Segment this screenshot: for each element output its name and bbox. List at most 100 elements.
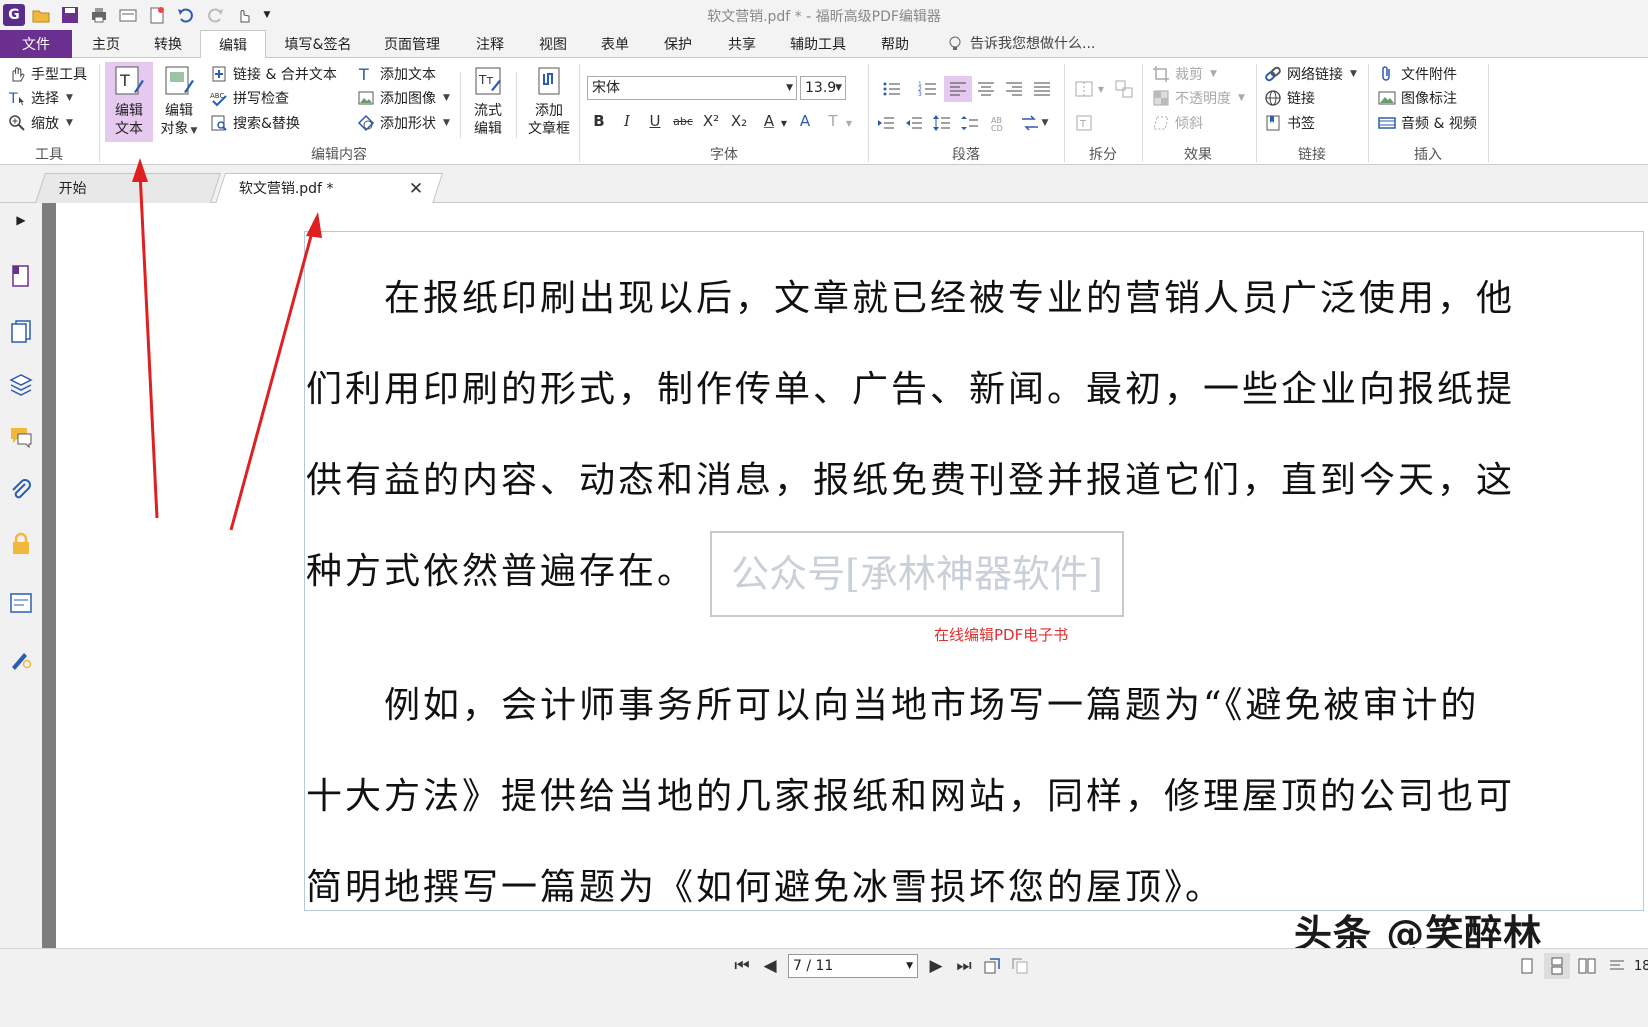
add-shape-button[interactable]: 添加形状 ▼ — [357, 111, 450, 135]
image-annotation-button[interactable]: 图像标注 — [1378, 86, 1457, 110]
select-tool-button[interactable]: T 选择 ▼ — [8, 86, 73, 110]
indent-increase-button[interactable] — [872, 110, 900, 136]
edit-text-button[interactable]: T 编辑 文本 — [105, 62, 153, 142]
tab-form[interactable]: 表单 — [590, 30, 640, 58]
align-center-button[interactable] — [972, 76, 1000, 102]
file-attachment-button[interactable]: 文件附件 — [1378, 62, 1457, 86]
text-direction-icon — [1021, 115, 1038, 131]
page-number-input[interactable]: 7 / 11 ▼ — [788, 954, 918, 978]
pages-icon[interactable] — [6, 316, 36, 346]
bold-button[interactable]: B — [586, 108, 612, 134]
join-boxes-button[interactable] — [1110, 76, 1138, 102]
hand-tool-button[interactable]: 手型工具 — [8, 62, 87, 86]
add-text-button[interactable]: T 添加文本 — [357, 62, 436, 86]
continuous-view-icon[interactable] — [1544, 953, 1570, 979]
web-link-button[interactable]: 网络链接 ▼ — [1264, 62, 1357, 86]
tab-edit[interactable]: 编辑 — [200, 30, 266, 59]
next-view-icon[interactable] — [1006, 953, 1034, 979]
align-left-button[interactable] — [944, 76, 972, 102]
tab-help[interactable]: 帮助 — [866, 30, 924, 58]
tab-convert[interactable]: 转换 — [140, 30, 196, 58]
doc-tab-active-document[interactable]: 软文营销.pdf * ✕ — [214, 173, 444, 204]
character-spacing-button[interactable]: A — [792, 108, 818, 134]
edit-object-button[interactable]: 编辑 对象 ▼ — [155, 62, 203, 142]
skew-button[interactable]: 倾斜 — [1152, 111, 1203, 135]
tab-home[interactable]: 主页 — [78, 30, 134, 58]
comments-icon[interactable] — [6, 422, 36, 452]
font-size-select[interactable]: 13.9 ▼ — [800, 76, 846, 100]
paragraph-2[interactable]: 例如，会计师事务所可以向当地市场写一篇题为“《避免被审计的 十大方法》提供给当地… — [306, 660, 1648, 933]
chevron-down-icon[interactable]: ▼ — [842, 110, 856, 136]
watermark-text-box: 公众号[承林神器软件] — [710, 531, 1124, 617]
chevron-down-icon[interactable]: ▼ — [778, 110, 790, 136]
font-name-select[interactable]: 宋体 ▼ — [587, 76, 797, 100]
previous-page-icon[interactable]: ◀ — [756, 953, 784, 979]
security-lock-icon[interactable] — [6, 529, 36, 559]
box-icon: T — [1076, 115, 1092, 131]
expand-panel-icon[interactable]: ▶ — [6, 209, 36, 231]
facing-view-icon[interactable] — [1574, 953, 1600, 979]
italic-button[interactable]: I — [614, 108, 640, 134]
audio-video-button[interactable]: 音频 & 视频 — [1378, 111, 1477, 135]
subscript-button[interactable]: X₂ — [726, 108, 752, 134]
opacity-button[interactable]: 不透明度 ▼ — [1152, 86, 1245, 110]
svg-text:Tт: Tт — [478, 73, 493, 87]
attachments-icon[interactable] — [6, 476, 36, 506]
crop-button[interactable]: 裁剪 ▼ — [1152, 62, 1217, 86]
doc-tab-start[interactable]: 开始 — [35, 173, 221, 203]
tab-accessibility[interactable]: 辅助工具 — [780, 30, 856, 58]
chevron-down-icon[interactable]: ▼ — [1094, 76, 1108, 102]
bullet-list-button[interactable] — [876, 76, 908, 102]
reflow-view-icon[interactable] — [1604, 953, 1630, 979]
single-page-view-icon[interactable] — [1514, 953, 1540, 979]
search-replace-button[interactable]: 搜索&替换 — [210, 111, 300, 135]
tab-comment[interactable]: 注释 — [464, 30, 516, 58]
underline-button[interactable]: U — [642, 108, 668, 134]
tab-share[interactable]: 共享 — [716, 30, 768, 58]
strikethrough-button[interactable]: abc — [670, 108, 696, 134]
form-fields-icon[interactable] — [6, 588, 36, 618]
lightbulb-icon — [949, 36, 961, 50]
box-select-button[interactable]: T — [1070, 110, 1098, 136]
text-line: 在报纸印刷出现以后，文章就已经被专业的营销人员广泛使用，他 — [306, 278, 1516, 319]
tab-fill-sign[interactable]: 填写&签名 — [276, 30, 360, 58]
next-page-icon[interactable]: ▶ — [922, 953, 950, 979]
link-button[interactable]: 链接 — [1264, 86, 1315, 110]
tell-me-box[interactable]: 告诉我您想做什么... — [946, 30, 1095, 58]
justify-button[interactable] — [1028, 76, 1056, 102]
search-replace-icon — [211, 115, 227, 131]
add-image-button[interactable]: 添加图像 ▼ — [357, 86, 450, 110]
spell-check-icon: ABC — [210, 92, 227, 107]
tab-protect[interactable]: 保护 — [652, 30, 704, 58]
last-page-icon[interactable]: ⏭ — [950, 953, 978, 979]
text-direction-button[interactable]: ▼ — [1016, 110, 1052, 136]
link-merge-text-button[interactable]: 链接 & 合并文本 — [210, 62, 337, 86]
text-select-icon: T — [8, 91, 24, 107]
previous-view-icon[interactable] — [978, 953, 1006, 979]
panel-splitter[interactable] — [42, 203, 56, 948]
chevron-down-icon: ▼ — [66, 118, 73, 128]
indent-decrease-button[interactable] — [900, 110, 928, 136]
signature-icon[interactable] — [6, 643, 36, 673]
document-page[interactable]: 在报纸印刷出现以后，文章就已经被专业的营销人员广泛使用，他 们利用印刷的形式，制… — [56, 203, 1648, 948]
first-page-icon[interactable]: ⏮ — [728, 953, 756, 979]
zoom-level-text[interactable]: 18 — [1634, 959, 1648, 974]
tab-view[interactable]: 视图 — [528, 30, 578, 58]
hand-icon — [12, 67, 25, 82]
superscript-button[interactable]: X² — [698, 108, 724, 134]
tab-page-management[interactable]: 页面管理 — [372, 30, 452, 58]
close-icon[interactable]: ✕ — [409, 174, 423, 204]
layers-icon[interactable] — [6, 369, 36, 399]
paragraph-spacing-button[interactable] — [956, 110, 984, 136]
flow-edit-button[interactable]: Tт 流式 编辑 — [464, 62, 512, 142]
numbered-list-button[interactable]: 123 — [912, 76, 944, 102]
tab-file[interactable]: 文件 — [0, 30, 72, 58]
align-right-button[interactable] — [1000, 76, 1028, 102]
spell-check-button[interactable]: ABC 拼写检查 — [210, 86, 289, 110]
bookmark-button[interactable]: 书签 — [1264, 111, 1315, 135]
line-spacing-button[interactable] — [928, 110, 956, 136]
page-thumbnails-icon[interactable] — [6, 261, 36, 291]
character-scale-button[interactable]: AB CD — [986, 110, 1014, 136]
add-article-box-button[interactable]: 添加 文章框 — [522, 62, 576, 142]
zoom-tool-button[interactable]: 缩放 ▼ — [8, 111, 73, 135]
